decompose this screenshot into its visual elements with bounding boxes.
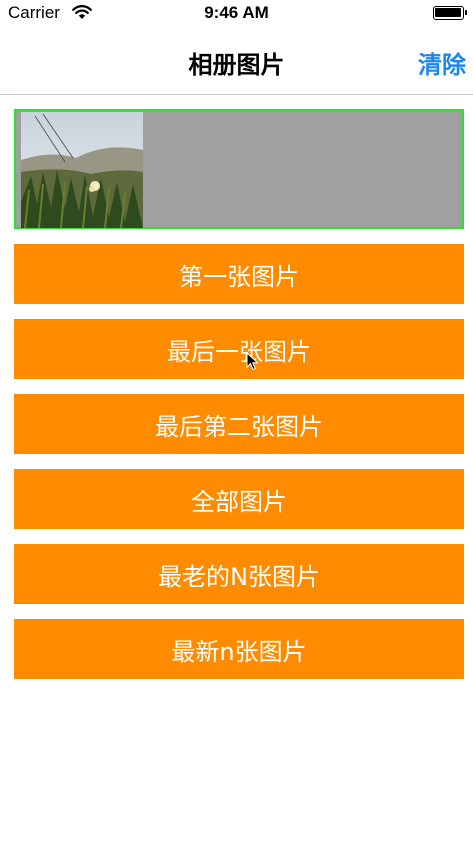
second-last-image-button[interactable]: 最后第二张图片 xyxy=(14,394,464,454)
status-bar: Carrier 9:46 AM xyxy=(0,0,473,28)
photo-thumbnail xyxy=(21,112,143,228)
clear-button[interactable]: 清除 xyxy=(418,45,466,80)
navigation-bar: 相册图片 清除 xyxy=(0,28,473,95)
oldest-n-images-button[interactable]: 最老的N张图片 xyxy=(14,544,464,604)
first-image-button[interactable]: 第一张图片 xyxy=(14,244,464,304)
newest-n-images-button[interactable]: 最新n张图片 xyxy=(14,619,464,679)
all-images-button[interactable]: 全部图片 xyxy=(14,469,464,529)
battery-icon xyxy=(433,6,467,20)
mouse-pointer-icon xyxy=(246,352,259,371)
last-image-button[interactable]: 最后一张图片 xyxy=(14,319,464,379)
image-preview xyxy=(14,109,464,229)
clock-time: 9:46 AM xyxy=(204,3,269,22)
page-title: 相册图片 xyxy=(188,51,285,79)
